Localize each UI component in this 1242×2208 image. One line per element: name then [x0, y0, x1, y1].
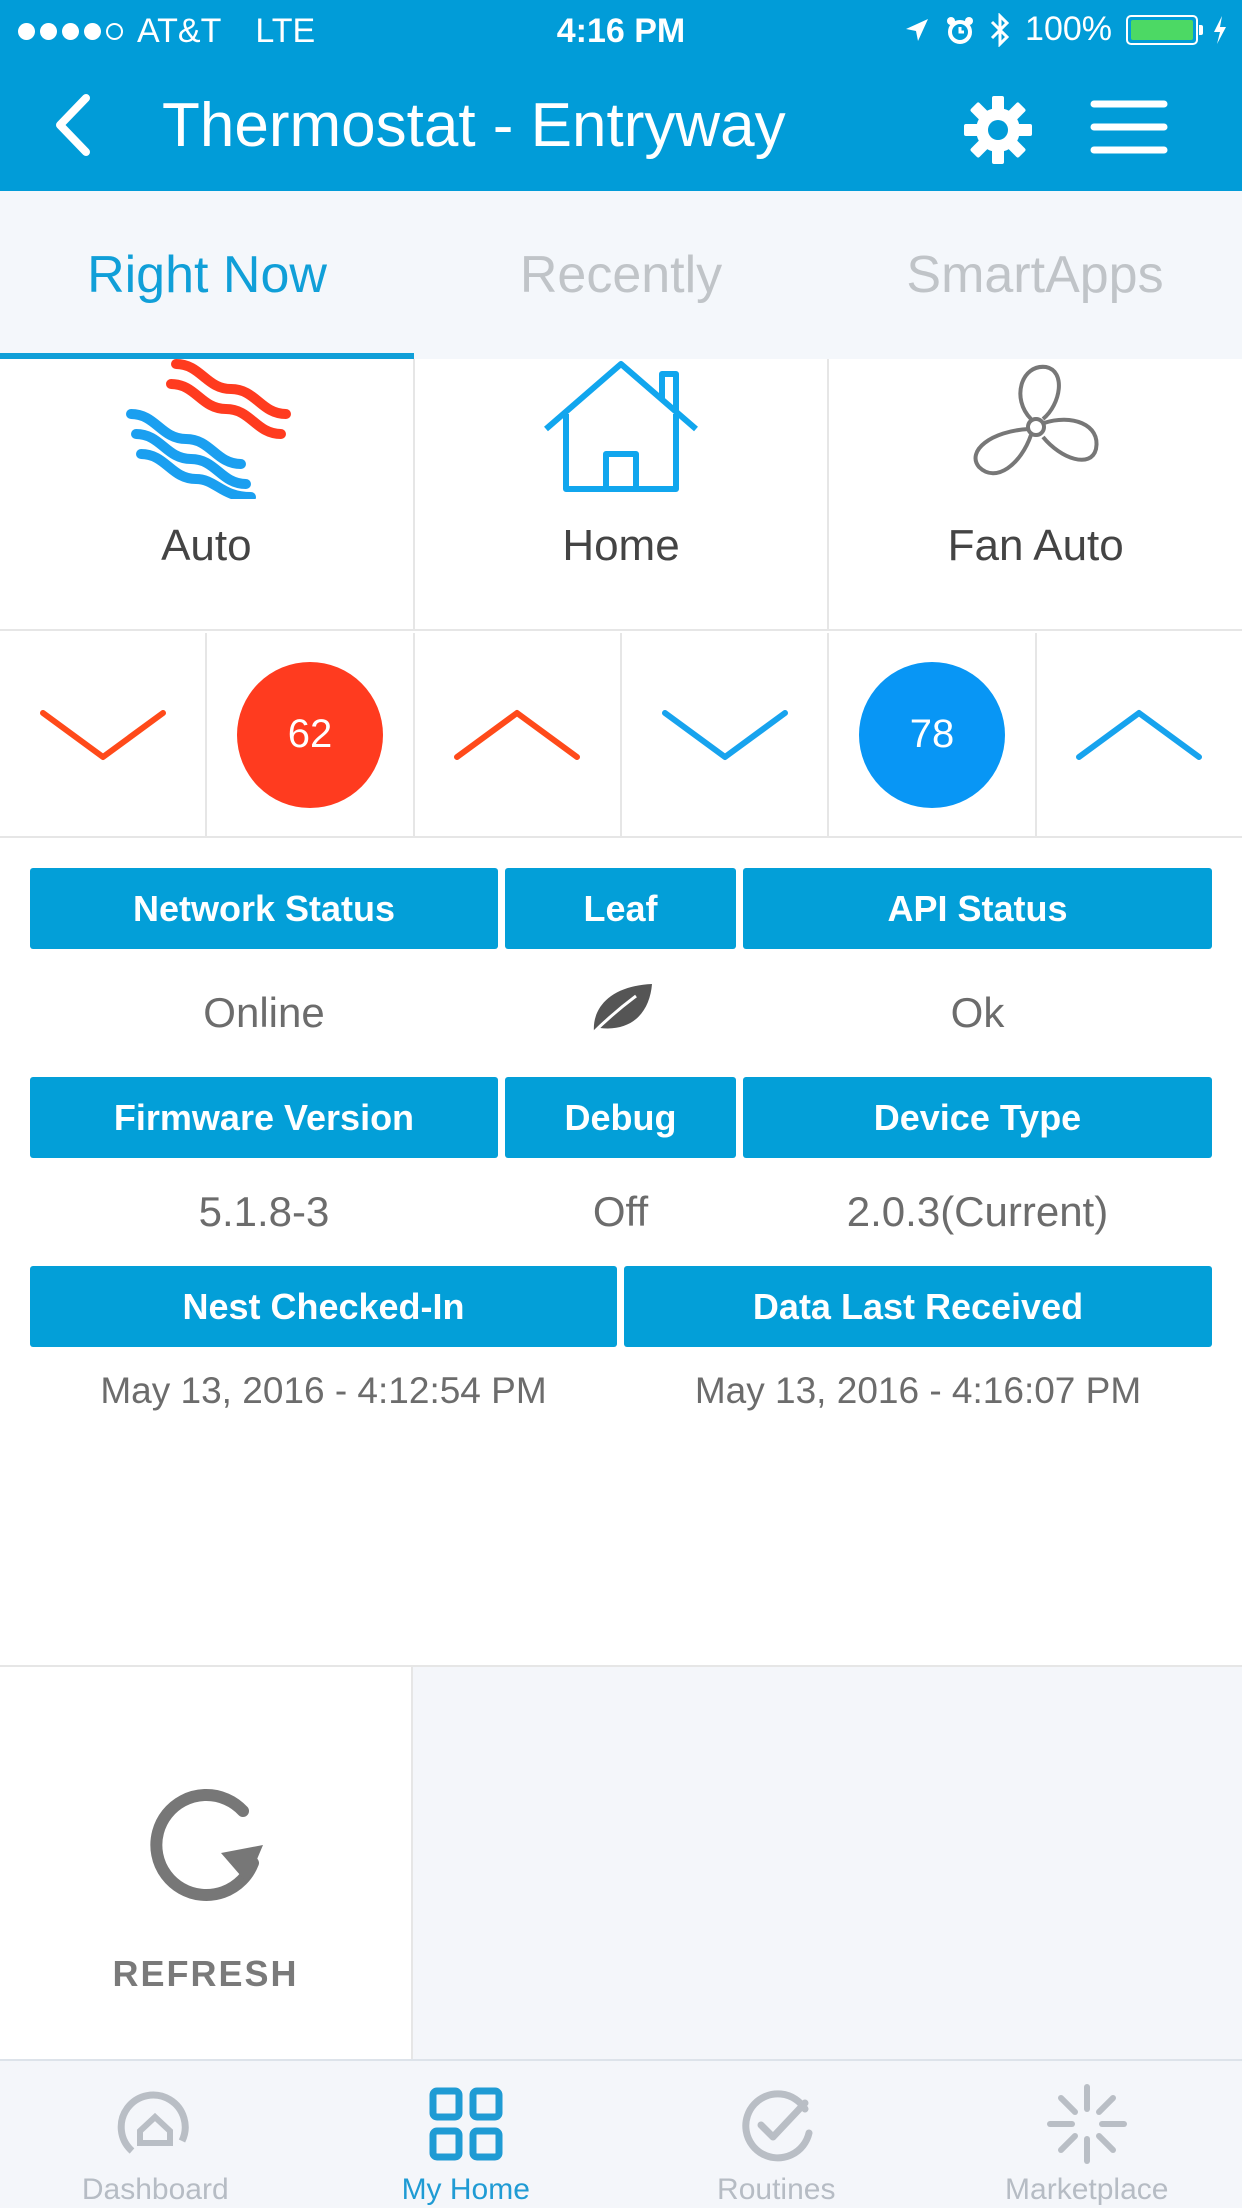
mode-tile-auto[interactable]: Auto	[0, 359, 415, 629]
nav-my-home[interactable]: My Home	[311, 2061, 622, 2208]
api-status-value: Ok	[950, 989, 1005, 1036]
tab-smartapps[interactable]: SmartApps	[828, 191, 1242, 359]
mode-label: Home	[562, 521, 680, 570]
tab-right-now[interactable]: Right Now	[0, 191, 414, 359]
leaf-header: Leaf	[505, 868, 736, 949]
debug-value: Off	[592, 1188, 649, 1235]
cool-down-button[interactable]	[622, 633, 830, 836]
heat-cool-waves-icon	[126, 359, 292, 499]
chevron-down-icon	[39, 709, 166, 760]
chevron-up-icon	[454, 709, 581, 760]
mode-tiles: Auto Home Fan Auto	[0, 359, 1242, 631]
refresh-label: REFRESH	[112, 1953, 299, 1994]
cool-setpoint-value: 78	[858, 661, 1005, 808]
location-arrow-icon	[906, 18, 929, 41]
setpoint-row: 62 78	[0, 633, 1242, 838]
fan-icon	[973, 364, 1099, 476]
status-right: 100%	[903, 10, 1228, 49]
mode-label: Auto	[161, 521, 252, 570]
checkmark-circle-icon	[742, 2090, 813, 2162]
cool-setpoint: 78	[829, 633, 1037, 836]
battery-percent: 100%	[1025, 10, 1112, 48]
debug-header: Debug	[505, 1077, 736, 1158]
network-status-value: Online	[203, 989, 325, 1036]
heat-setpoint-value: 62	[236, 661, 383, 808]
empty-area	[413, 1667, 1242, 2059]
nav-marketplace[interactable]: Marketplace	[932, 2061, 1242, 2208]
alarm-clock-icon	[947, 16, 974, 44]
back-chevron-icon[interactable]	[46, 90, 106, 160]
mode-tile-home[interactable]: Home	[415, 359, 830, 629]
nest-checked-in-header: Nest Checked-In	[30, 1266, 617, 1347]
tab-bar: Right Now Recently SmartApps	[0, 191, 1242, 359]
refresh-icon	[150, 1789, 263, 1901]
firmware-version-header: Firmware Version	[30, 1077, 498, 1158]
dashboard-icon	[117, 2091, 189, 2154]
bottom-nav: Dashboard My Home Routines Marketplace	[0, 2059, 1242, 2208]
firmware-version-value: 5.1.8-3	[198, 1188, 330, 1235]
device-type-value: 2.0.3(Current)	[846, 1188, 1109, 1235]
tab-recently[interactable]: Recently	[414, 191, 828, 359]
house-icon	[544, 361, 698, 492]
nav-label: Dashboard	[81, 2173, 229, 2206]
actions-area: REFRESH	[0, 1665, 1242, 2059]
leaf-icon	[590, 984, 652, 1036]
bluetooth-icon	[990, 12, 1010, 47]
chevron-down-icon	[661, 709, 788, 760]
cool-up-button[interactable]	[1037, 633, 1242, 836]
header: Thermostat - Entryway	[0, 62, 1242, 191]
nav-label: Routines	[717, 2173, 836, 2206]
top-bar: AT&T LTE 4:16 PM 100% Thermostat - Entry…	[0, 0, 1242, 191]
hamburger-menu-icon[interactable]	[1090, 98, 1168, 156]
burst-icon	[1046, 2084, 1127, 2164]
nav-label: My Home	[401, 2173, 530, 2206]
chevron-up-icon	[1076, 709, 1203, 760]
data-last-received-value: May 13, 2016 - 4:16:07 PM	[694, 1370, 1142, 1411]
heat-setpoint: 62	[207, 633, 415, 836]
battery-icon	[1126, 14, 1203, 45]
mode-tile-fan[interactable]: Fan Auto	[829, 359, 1242, 629]
status-bar: AT&T LTE 4:16 PM 100%	[0, 0, 1242, 62]
gear-icon[interactable]	[962, 94, 1034, 166]
network-status-header: Network Status	[30, 868, 498, 949]
leaf-value	[505, 980, 736, 1046]
nav-routines[interactable]: Routines	[621, 2061, 932, 2208]
device-type-header: Device Type	[743, 1077, 1212, 1158]
nest-checked-in-value: May 13, 2016 - 4:12:54 PM	[100, 1370, 547, 1411]
mode-label: Fan Auto	[947, 521, 1124, 570]
grid-icon	[429, 2087, 503, 2161]
charging-bolt-icon	[1214, 15, 1226, 44]
api-status-header: API Status	[743, 868, 1212, 949]
page-title: Thermostat - Entryway	[162, 91, 786, 160]
data-last-received-header: Data Last Received	[624, 1266, 1212, 1347]
heat-down-button[interactable]	[0, 633, 208, 836]
nav-dashboard[interactable]: Dashboard	[0, 2061, 311, 2208]
heat-up-button[interactable]	[415, 633, 622, 836]
device-info: Network Status Leaf API Status Online Ok…	[30, 868, 1212, 1435]
refresh-button[interactable]: REFRESH	[0, 1667, 413, 2059]
nav-label: Marketplace	[1005, 2173, 1169, 2206]
